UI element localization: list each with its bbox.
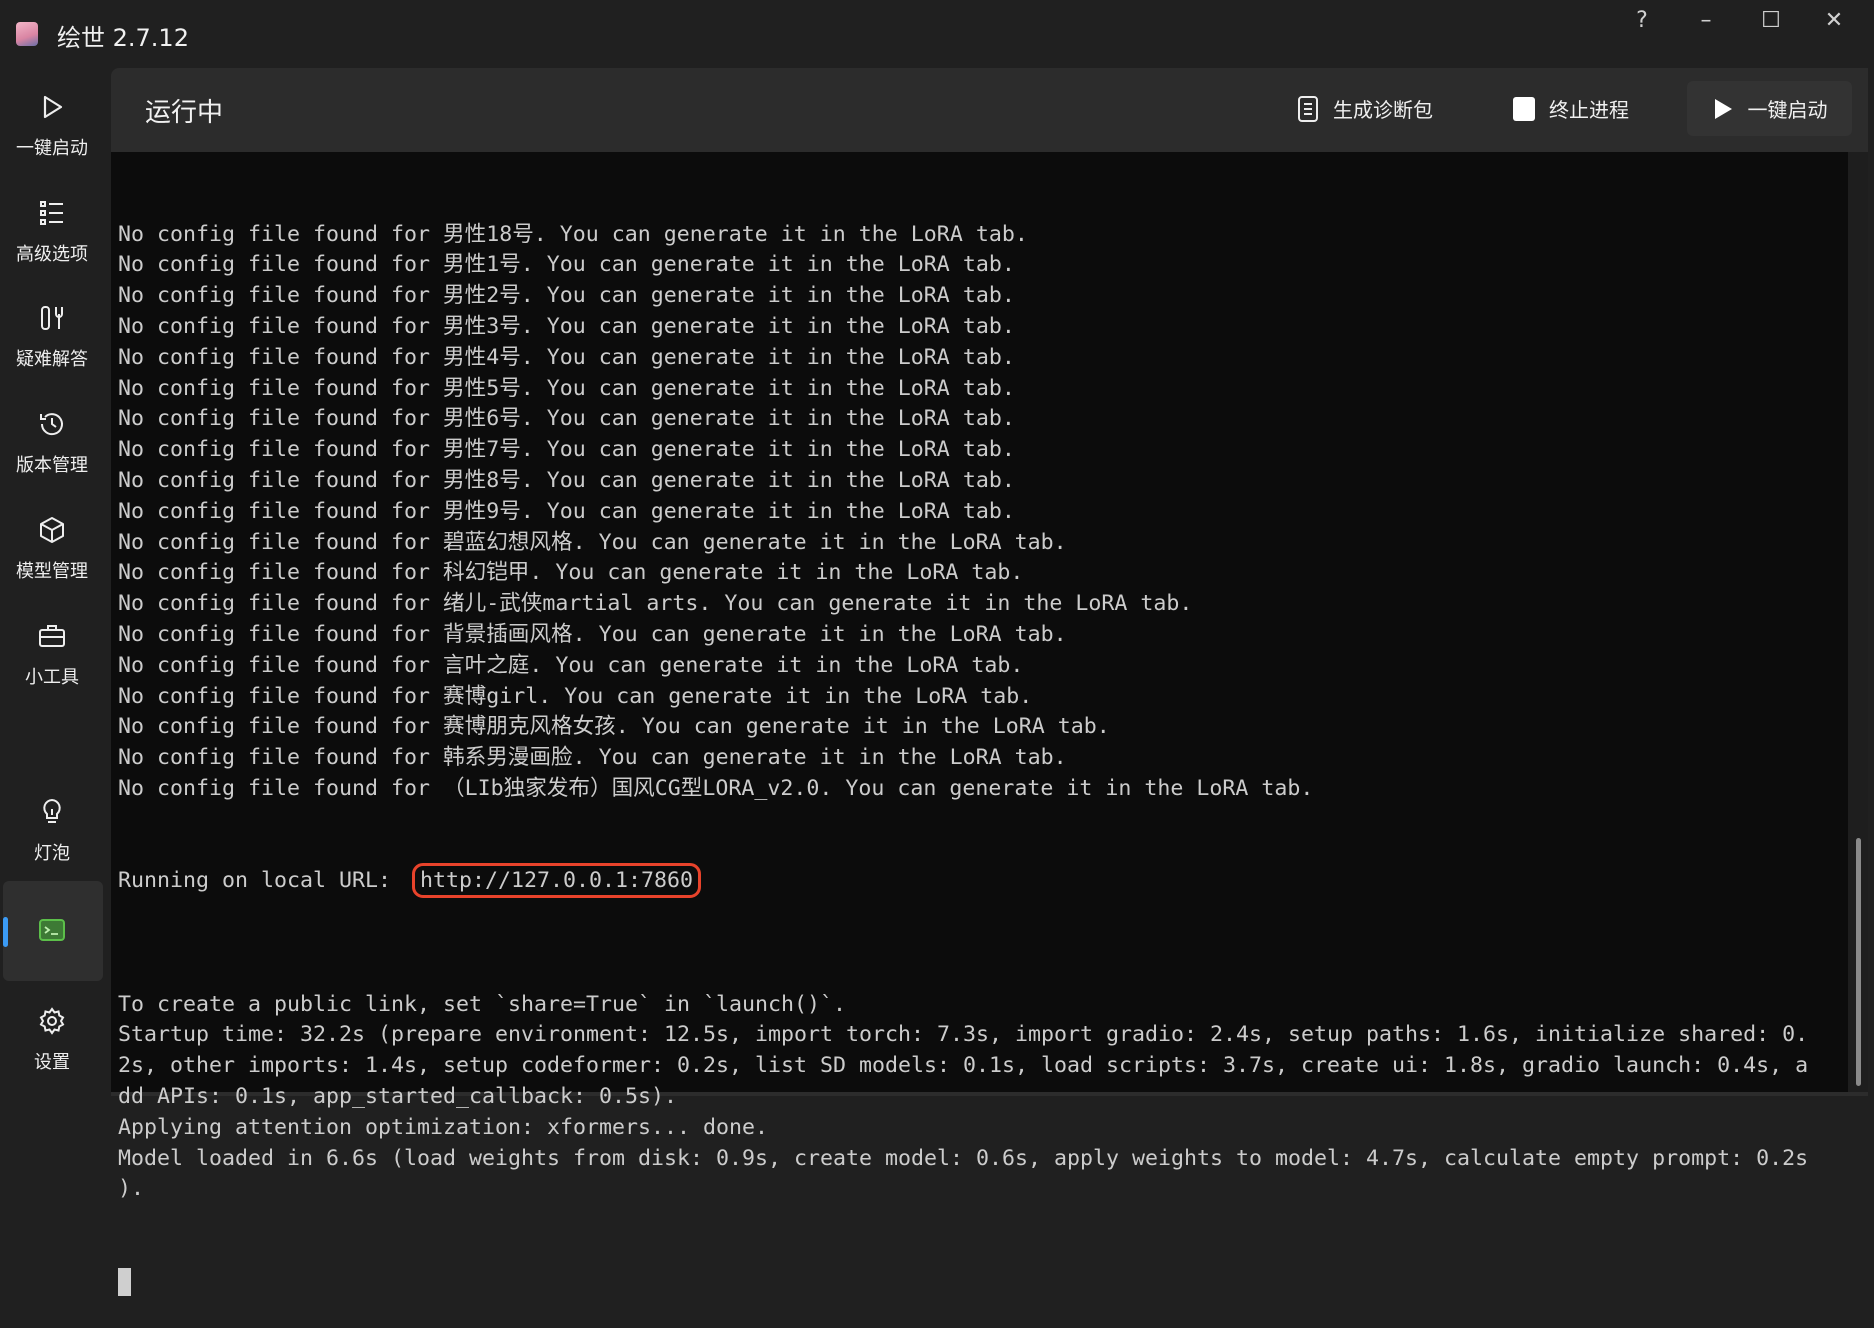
console-line: No config file found for 男性3号. You can g…	[118, 313, 1015, 339]
lightbulb-icon	[43, 798, 61, 823]
console-cursor-line	[118, 1267, 1808, 1298]
sidebar-item-label: 模型管理	[16, 561, 88, 582]
console-line: ).	[118, 1176, 145, 1202]
sidebar-item-label: 版本管理	[16, 455, 88, 476]
console-line: No config file found for 男性1号. You can g…	[118, 252, 1015, 278]
console-line: No config file found for 男性9号. You can g…	[118, 498, 1015, 524]
console-line: No config file found for 男性7号. You can g…	[118, 437, 1015, 463]
app-logo-icon	[16, 22, 38, 46]
stop-icon	[1513, 96, 1535, 121]
gear-icon	[39, 1007, 65, 1035]
toolbox-icon	[39, 625, 65, 647]
sidebar-item-label: 小工具	[25, 667, 79, 688]
page-title: 运行中	[145, 98, 224, 128]
sidebar-item-label: 灯泡	[34, 843, 70, 864]
console-line: No config file found for 科幻铠甲. You can g…	[118, 560, 1024, 586]
console-line: dd APIs: 0.1s, app_started_callback: 0.5…	[118, 1083, 678, 1109]
console-line: No config file found for 韩系男漫画脸. You can…	[118, 745, 1067, 771]
terminal-icon	[39, 919, 65, 941]
one-click-start-button[interactable]: 一键启动	[1687, 81, 1852, 136]
list-icon	[40, 201, 63, 225]
sidebar-item-lightbulb[interactable]: 灯泡	[0, 797, 104, 865]
url-prefix: Running on local URL:	[118, 868, 418, 894]
console-line: No config file found for 男性5号. You can g…	[118, 375, 1015, 401]
sidebar-item-settings[interactable]: 设置	[0, 1006, 104, 1074]
maximize-button[interactable]: ☐	[1751, 6, 1791, 36]
sidebar-item-label: 疑难解答	[16, 349, 88, 370]
console-line: No config file found for 绪儿-武侠martial ar…	[118, 591, 1193, 617]
console-line: No config file found for 男性4号. You can g…	[118, 344, 1015, 370]
sidebar-item-versions[interactable]: 版本管理	[0, 409, 104, 477]
history-icon	[40, 413, 63, 436]
sidebar-item-label: 设置	[34, 1052, 70, 1073]
console-line: No config file found for 男性6号. You can g…	[118, 406, 1015, 432]
generate-diagnostic-button[interactable]: 生成诊断包	[1297, 81, 1433, 136]
sidebar-item-advanced[interactable]: 高级选项	[0, 198, 104, 266]
console-line: No config file found for 男性18号. You can …	[118, 221, 1028, 247]
console-line: 2s, other imports: 1.4s, setup codeforme…	[118, 1053, 1809, 1079]
stop-process-label: 终止进程	[1549, 98, 1629, 122]
close-button[interactable]: ✕	[1814, 6, 1854, 36]
console-line: No config file found for 赛博girl. You can…	[118, 683, 1033, 709]
console-line-url: Running on local URL: http://127.0.0.1:7…	[118, 863, 1808, 899]
console-line: Model loaded in 6.6s (load weights from …	[118, 1145, 1809, 1171]
tools-icon	[41, 306, 63, 330]
console-line: No config file found for 背景插画风格. You can…	[118, 621, 1067, 647]
console-line: Applying attention optimization: xformer…	[118, 1114, 769, 1140]
console-line: No config file found for 男性8号. You can g…	[118, 467, 1015, 493]
sidebar-item-launch[interactable]: 一键启动	[0, 92, 104, 160]
scrollbar-thumb[interactable]	[1856, 838, 1861, 1086]
one-click-start-label: 一键启动	[1747, 98, 1828, 122]
sidebar-item-label: 一键启动	[16, 138, 88, 159]
console-text: No config file found for 男性18号. You can …	[118, 158, 1808, 1328]
sidebar-item-label: 高级选项	[16, 244, 88, 265]
console-line: No config file found for 赛博朋克风格女孩. You c…	[118, 714, 1110, 740]
minimize-button[interactable]: –	[1686, 6, 1726, 36]
console-line: To create a public link, set `share=True…	[118, 991, 847, 1017]
generate-diagnostic-label: 生成诊断包	[1333, 98, 1433, 122]
sidebar-item-tools[interactable]: 小工具	[0, 621, 104, 689]
console-line: No config file found for 碧蓝幻想风格. You can…	[118, 529, 1067, 555]
console-line: No config file found for 言叶之庭. You can g…	[118, 652, 1024, 678]
play-icon	[1714, 98, 1732, 119]
title-bar: 绘世 2.7.12 ? – ☐ ✕	[0, 0, 1874, 68]
text-cursor	[118, 1267, 131, 1296]
console-line: No config file found for 男性2号. You can g…	[118, 283, 1015, 309]
cube-icon	[40, 517, 64, 543]
console-line: No config file found for （LIb独家发布）国风CG型L…	[118, 775, 1314, 801]
sidebar-item-troubleshoot[interactable]: 疑难解答	[0, 303, 104, 371]
sidebar-item-console[interactable]	[0, 915, 104, 945]
help-button[interactable]: ?	[1622, 6, 1662, 36]
stop-process-button[interactable]: 终止进程	[1513, 81, 1629, 136]
console-line: Startup time: 32.2s (prepare environment…	[118, 1022, 1809, 1048]
document-icon	[1298, 95, 1318, 122]
sidebar-item-models[interactable]: 模型管理	[0, 515, 104, 583]
local-url-link[interactable]: http://127.0.0.1:7860	[412, 863, 702, 899]
app-title: 绘世 2.7.12	[57, 24, 189, 52]
play-icon	[43, 95, 63, 119]
